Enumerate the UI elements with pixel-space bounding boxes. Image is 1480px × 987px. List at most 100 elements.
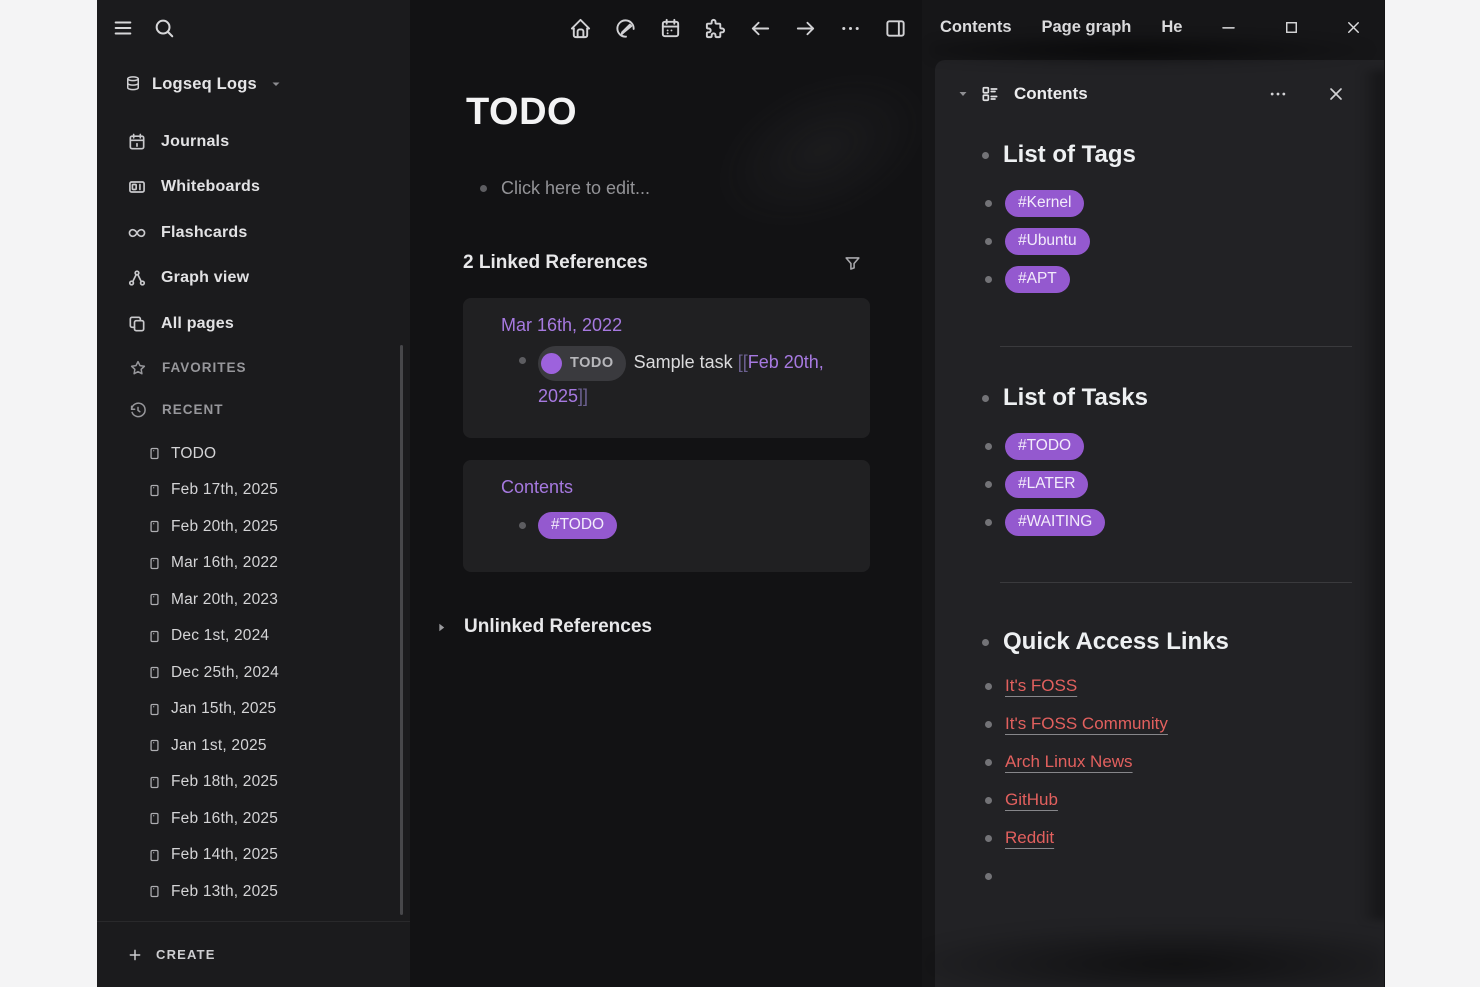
- graph-network-icon: [127, 268, 147, 288]
- sidebar-item-journals[interactable]: Journals: [97, 119, 410, 165]
- tag-pill[interactable]: #LATER: [1005, 471, 1088, 498]
- outline-item-empty: [985, 857, 1384, 895]
- todo-status-marker[interactable]: TODO: [538, 346, 626, 381]
- unlinked-references-header[interactable]: Unlinked References: [435, 614, 922, 640]
- new-page-pen-icon[interactable]: [613, 16, 637, 40]
- editor-placeholder: Click here to edit...: [501, 178, 650, 199]
- tag-pill[interactable]: #APT: [1005, 266, 1070, 293]
- toggle-right-sidebar-icon[interactable]: [883, 16, 907, 40]
- bullet-icon[interactable]: [985, 797, 992, 804]
- funnel-filter-icon[interactable]: [843, 254, 862, 273]
- tag-pill[interactable]: #TODO: [1005, 433, 1084, 460]
- page-icon: [147, 519, 162, 534]
- outline-heading: List of Tasks: [982, 382, 1384, 414]
- external-link[interactable]: GitHub: [1005, 790, 1058, 810]
- external-link[interactable]: Reddit: [1005, 828, 1054, 848]
- more-ellipsis-icon[interactable]: [1266, 82, 1290, 106]
- home-icon[interactable]: [568, 16, 592, 40]
- nav-back-arrow-icon[interactable]: [748, 16, 772, 40]
- todo-checkbox-icon[interactable]: [541, 353, 562, 374]
- bullet-icon[interactable]: [985, 683, 992, 690]
- page-icon: [147, 884, 162, 899]
- recent-section-header[interactable]: RECENT: [97, 389, 410, 431]
- bullet-icon[interactable]: [985, 519, 992, 526]
- pages-copy-icon: [127, 314, 147, 334]
- star-icon: [129, 359, 147, 377]
- page-icon: [147, 592, 162, 607]
- recent-item[interactable]: Feb 20th, 2025: [97, 509, 410, 546]
- bullet-icon[interactable]: [982, 152, 989, 159]
- bullet-icon[interactable]: [982, 639, 989, 646]
- recent-item[interactable]: Jan 1st, 2025: [97, 728, 410, 765]
- chevron-right-icon[interactable]: [435, 621, 448, 634]
- search-icon[interactable]: [152, 16, 176, 40]
- tag-pill[interactable]: #WAITING: [1005, 509, 1105, 536]
- bullet-icon[interactable]: [519, 357, 526, 364]
- outline-item: #LATER: [985, 465, 1384, 503]
- create-button[interactable]: CREATE: [97, 921, 410, 987]
- more-ellipsis-icon[interactable]: [838, 16, 862, 40]
- recent-item[interactable]: Feb 18th, 2025: [97, 764, 410, 801]
- page-icon: [147, 811, 162, 826]
- bullet-icon[interactable]: [985, 873, 992, 880]
- bullet-icon[interactable]: [985, 481, 992, 488]
- recent-item[interactable]: Feb 13th, 2025: [97, 874, 410, 911]
- editor-empty-block[interactable]: Click here to edit...: [480, 174, 922, 202]
- wikilink-bracket: ]]: [578, 386, 588, 406]
- close-icon[interactable]: [1324, 82, 1348, 106]
- recent-item[interactable]: Mar 20th, 2023: [97, 582, 410, 619]
- bullet-icon[interactable]: [519, 522, 526, 529]
- journals-calendar-icon[interactable]: [658, 16, 682, 40]
- external-link[interactable]: It's FOSS Community: [1005, 714, 1168, 734]
- infinity-icon: [127, 223, 147, 243]
- bullet-icon[interactable]: [985, 443, 992, 450]
- tag-pill[interactable]: #TODO: [538, 512, 617, 539]
- panel-actions: [1266, 82, 1384, 106]
- plugins-puzzle-icon[interactable]: [703, 16, 727, 40]
- nav-forward-arrow-icon[interactable]: [793, 16, 817, 40]
- reference-page-link[interactable]: Mar 16th, 2022: [501, 315, 622, 335]
- tab-contents[interactable]: Contents: [940, 18, 1012, 37]
- sidebar-item-flashcards[interactable]: Flashcards: [97, 210, 410, 256]
- tab-page-graph[interactable]: Page graph: [1042, 18, 1132, 37]
- history-clock-icon: [129, 401, 147, 419]
- sidebar-item-graph-view[interactable]: Graph view: [97, 256, 410, 302]
- bullet-icon[interactable]: [985, 759, 992, 766]
- recent-item[interactable]: Feb 16th, 2025: [97, 801, 410, 838]
- hamburger-menu-icon[interactable]: [111, 16, 135, 40]
- tab-help[interactable]: He: [1161, 18, 1184, 37]
- bullet-icon[interactable]: [985, 721, 992, 728]
- bullet-icon[interactable]: [982, 395, 989, 402]
- outline-item: It's FOSS: [985, 667, 1384, 705]
- bullet-icon[interactable]: [985, 200, 992, 207]
- recent-item[interactable]: Dec 25th, 2024: [97, 655, 410, 692]
- graph-switcher[interactable]: Logseq Logs: [124, 73, 410, 95]
- recent-item[interactable]: Jan 15th, 2025: [97, 691, 410, 728]
- recent-item[interactable]: Feb 17th, 2025: [97, 472, 410, 509]
- recent-item[interactable]: Mar 16th, 2022: [97, 545, 410, 582]
- linked-reference-card: Contents #TODO: [463, 460, 870, 572]
- tag-pill[interactable]: #Ubuntu: [1005, 228, 1090, 255]
- sidebar-item-whiteboards[interactable]: Whiteboards: [97, 165, 410, 211]
- bullet-icon[interactable]: [985, 835, 992, 842]
- recent-item[interactable]: Dec 1st, 2024: [97, 618, 410, 655]
- linked-reference-card: Mar 16th, 2022 TODO Sample task [[Feb 20…: [463, 298, 870, 438]
- recent-item[interactable]: Feb 14th, 2025: [97, 837, 410, 874]
- recent-pages-list: TODO Feb 17th, 2025 Feb 20th, 2025 Mar 1…: [97, 431, 410, 911]
- sidebar-scrollbar[interactable]: [400, 345, 403, 915]
- sidebar-item-all-pages[interactable]: All pages: [97, 301, 410, 347]
- bullet-icon[interactable]: [985, 276, 992, 283]
- recent-item[interactable]: TODO: [97, 436, 410, 473]
- maximize-icon[interactable]: [1279, 15, 1303, 39]
- tag-pill[interactable]: #Kernel: [1005, 190, 1084, 217]
- external-link[interactable]: Arch Linux News: [1005, 752, 1133, 772]
- favorites-section-header[interactable]: FAVORITES: [97, 347, 410, 389]
- minimize-icon[interactable]: [1216, 15, 1240, 39]
- bullet-icon[interactable]: [985, 238, 992, 245]
- collapse-triangle-icon[interactable]: [957, 88, 969, 100]
- close-icon[interactable]: [1341, 15, 1365, 39]
- page-icon: [147, 702, 162, 717]
- reference-page-link[interactable]: Contents: [501, 477, 573, 497]
- external-link[interactable]: It's FOSS: [1005, 676, 1077, 696]
- page-icon: [147, 738, 162, 753]
